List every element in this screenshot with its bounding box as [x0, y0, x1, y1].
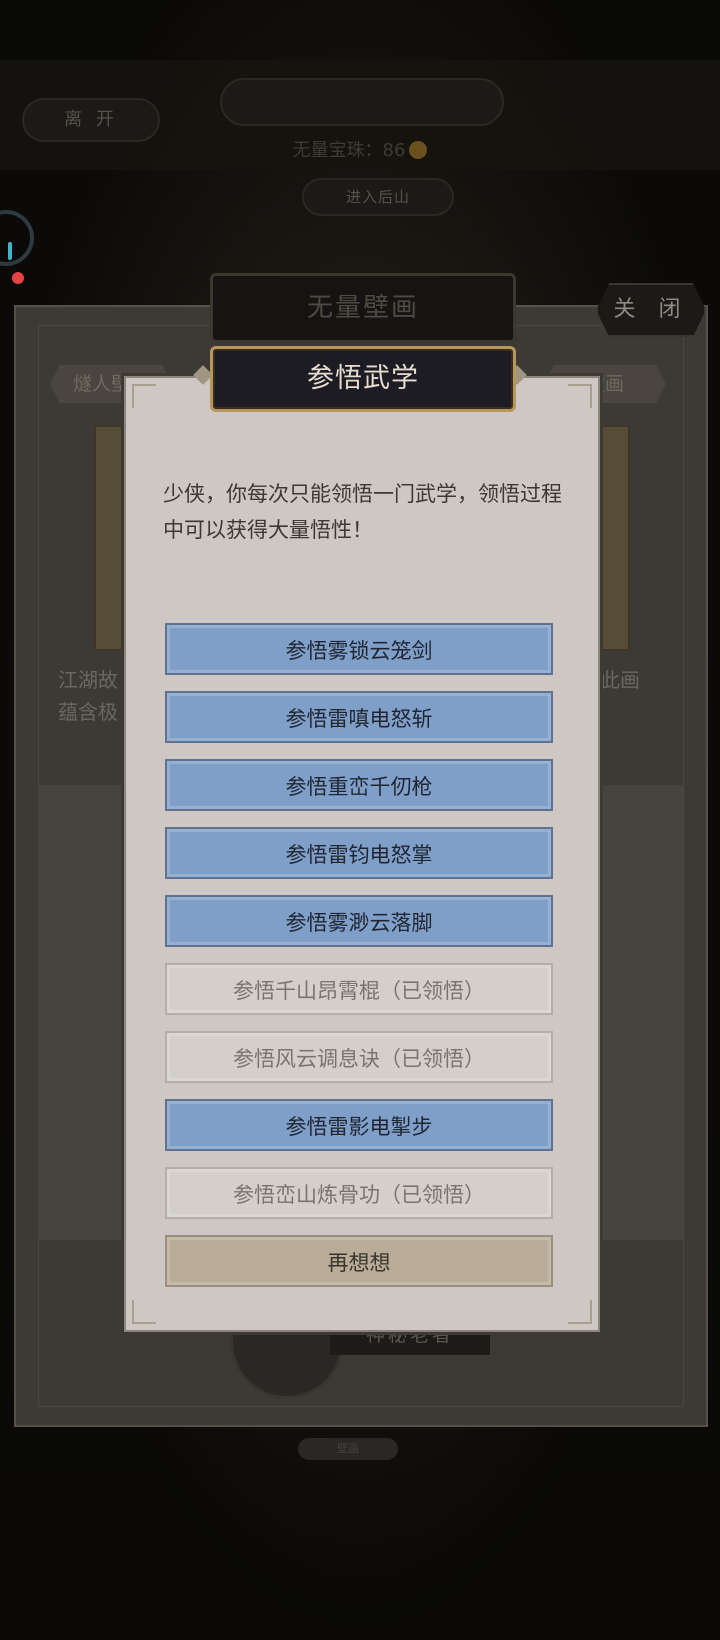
option-button[interactable]: 参悟峦山炼骨功（已领悟）: [165, 1167, 553, 1219]
notification-dot: [12, 272, 24, 284]
corner-ornament: [568, 384, 592, 408]
option-button[interactable]: 参悟雷嗔电怒斩: [165, 691, 553, 743]
option-button[interactable]: 参悟千山昂霄棍（已领悟）: [165, 963, 553, 1015]
coin-icon: [409, 141, 428, 159]
mural-desc-left: 江湖故 蕴含极: [58, 668, 118, 724]
mural-desc-right: 此画: [600, 668, 640, 692]
bottom-small-button[interactable]: 壁画: [298, 1438, 398, 1460]
leave-button[interactable]: 离 开: [22, 98, 160, 142]
option-button[interactable]: 参悟风云调息诀（已领悟）: [165, 1031, 553, 1083]
dialog-message: 少侠，你每次只能领悟一门武学，领悟过程中可以获得大量悟性！: [163, 482, 562, 542]
corner-ornament: [132, 384, 156, 408]
corner-ornament: [132, 1300, 156, 1324]
option-button[interactable]: 参悟雾锁云笼剑: [165, 623, 553, 675]
dialog-title: 参悟武学: [210, 346, 516, 412]
mural-panel-title: 无量壁画: [210, 273, 516, 343]
corner-ornament: [568, 1300, 592, 1324]
cancel-button[interactable]: 再想想: [165, 1235, 553, 1287]
option-button[interactable]: 参悟雷钧电怒掌: [165, 827, 553, 879]
treasure-counter: 无量宝珠：86: [230, 136, 490, 162]
scene-title-banner: [220, 78, 504, 126]
timer-progress-mark: [8, 242, 12, 260]
option-button[interactable]: 参悟雾渺云落脚: [165, 895, 553, 947]
option-button[interactable]: 参悟雷影电掣步: [165, 1099, 553, 1151]
option-button[interactable]: 参悟重峦千仞枪: [165, 759, 553, 811]
enter-mountain-button[interactable]: 进入后山: [302, 178, 454, 216]
close-button[interactable]: 关 闭: [596, 283, 706, 337]
